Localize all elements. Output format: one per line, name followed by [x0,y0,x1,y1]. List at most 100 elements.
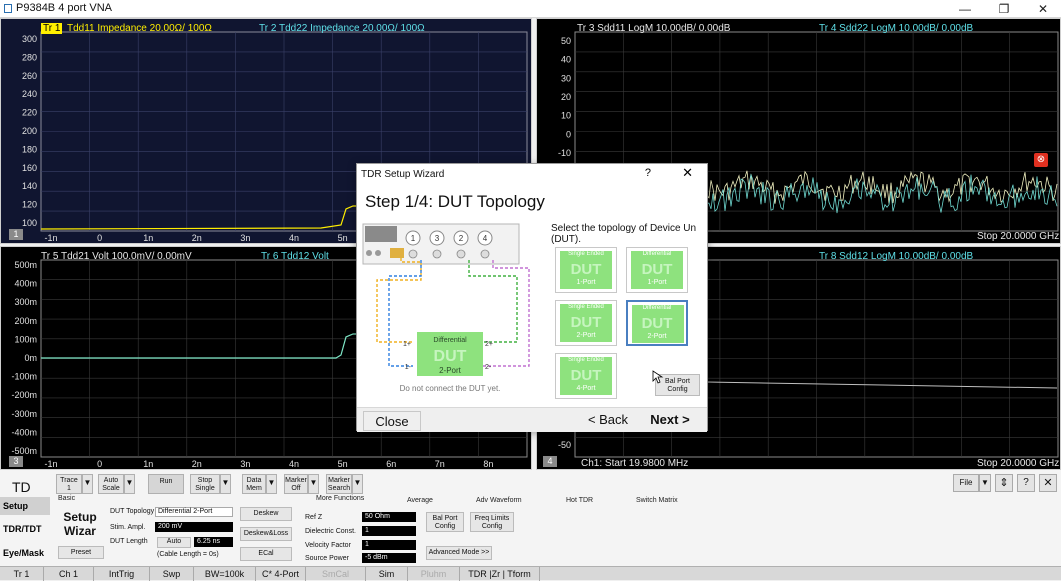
status-bandwidth[interactable]: BW=100k [194,567,256,581]
close-button[interactable]: Close [363,411,421,431]
stop-single-button[interactable]: Stop Single [190,474,220,494]
knob [375,250,381,256]
data-mem-button[interactable]: Data Mem [242,474,266,494]
button-line: Auto [103,477,119,484]
cable-port1 [376,258,422,343]
dut-length-field[interactable]: 6.25 ns [194,537,233,547]
auto-length-button[interactable]: Auto [157,537,191,548]
deskew-button[interactable]: Deskew [240,507,292,521]
x-tick-label: 8n [483,459,493,469]
bal-port-config-button[interactable]: Bal Port Config [426,512,464,532]
port-count-label: 1-Port [647,279,667,286]
status-smcal[interactable]: SmCal [306,567,366,581]
x-tick-label: 3n [240,459,250,469]
status-pluhm[interactable]: Pluhm [408,567,460,581]
trace-6-label[interactable]: Tr 6 Tdd12 Volt [261,251,329,262]
stop-frequency: Stop 20.0000 GHz [977,458,1060,469]
restore-button[interactable]: ❐ [986,0,1022,18]
data-mem-dropdown[interactable]: ▼ [266,474,277,494]
status-sweep[interactable]: Swp [150,567,194,581]
trace-2-label[interactable]: Tr 2 Tdd22 Impedance 20.00Ω/ 100Ω [259,23,425,34]
stop-dropdown[interactable]: ▼ [220,474,231,494]
x-tick-label: 7n [435,459,445,469]
deskew-loss-button[interactable]: Deskew&Loss [240,527,292,541]
x-tick-label: 6n [386,459,396,469]
topology-single-ended-1-port[interactable]: Single Ended DUT 1-Port [555,247,617,293]
close-window-button[interactable]: ✕ [1025,0,1061,18]
ecal-button[interactable]: ECal [240,547,292,561]
file-dropdown[interactable]: ▼ [979,474,991,492]
tab-eye-mask[interactable]: Eye/Mask [0,544,50,562]
status-channel[interactable]: Ch 1 [44,567,94,581]
help-button[interactable]: ? [1017,474,1035,492]
status-calibration[interactable]: C* 4-Port [256,567,306,581]
auto-scale-button[interactable]: Auto Scale [98,474,124,494]
y-tick-label: 220 [22,108,37,118]
app-icon [4,4,12,13]
pin-1-minus: 1- [405,364,412,371]
freq-limits-config-button[interactable]: Freq Limits Config [470,512,514,532]
minimize-button[interactable]: — [947,0,983,18]
advanced-mode-button[interactable]: Advanced Mode >> [426,546,492,560]
tab-tdr-tdt[interactable]: TDR/TDT [0,520,50,538]
trace-5-label[interactable]: Tr 5 Tdd21 Volt 100.0mV/ 0.00mV [41,251,192,262]
button-line: Config [481,523,503,530]
window-number: 1 [9,229,23,240]
trace-1-label[interactable]: Tdd11 Impedance 20.00Ω/ 100Ω [67,23,212,34]
marker-search-dropdown[interactable]: ▼ [352,474,363,494]
topology-differential-1-port[interactable]: Differential DUT 1-Port [626,247,688,293]
y-tick-label: 200 [22,126,37,136]
y-tick-label: 100m [14,334,37,344]
topology-single-ended-4-port[interactable]: Single Ended DUT 4-Port [555,353,617,399]
button-line: Mem [246,485,262,492]
run-button[interactable]: Run [148,474,184,494]
stim-ampl-field[interactable]: 200 mV [155,522,233,532]
adv-waveform-label[interactable]: Adv Waveform [476,497,522,504]
topology-single-ended-2-port[interactable]: Single Ended DUT 2-Port [555,300,617,346]
file-button[interactable]: File [953,474,979,492]
auto-scale-dropdown[interactable]: ▼ [124,474,135,494]
ref-z-field[interactable]: 50 Ohm [362,512,416,522]
trace-button[interactable]: Trace 1 [56,474,82,494]
hot-tdr-label[interactable]: Hot TDR [566,497,593,504]
limit-fail-badge[interactable]: ⊗ [1034,153,1048,167]
dielectric-field[interactable]: 1 [362,526,416,536]
mouse-cursor-icon [652,370,664,384]
y-tick-label: 280 [22,52,37,62]
port-count-label: 4-Port [576,385,596,392]
status-trigger[interactable]: IntTrig [94,567,150,581]
switch-matrix-label[interactable]: Switch Matrix [636,497,678,504]
trace-3-label[interactable]: Tr 3 Sdd11 LogM 10.00dB/ 0.00dB [577,23,730,34]
back-button[interactable]: < Back [579,410,637,430]
trace-4-label[interactable]: Tr 4 Sdd22 LogM 10.00dB/ 0.00dB [819,23,973,34]
close-softkeys-button[interactable]: ✕ [1039,474,1057,492]
marker-dropdown[interactable]: ▼ [308,474,319,494]
close-icon[interactable]: ✕ [682,165,693,181]
help-icon[interactable]: ? [645,167,651,179]
y-tick-label: 40 [561,55,571,65]
dut-topology-select[interactable]: Differential 2-Port [155,507,233,517]
trace-dropdown[interactable]: ▼ [82,474,93,494]
ref-z-label: Ref Z [305,514,323,521]
topology-differential-2-port[interactable]: Differential DUT 2-Port [626,300,688,346]
x-tick-labels: -1n 0 1n 2n 3n 4n 5n [44,233,347,243]
resize-toggle-button[interactable]: ⇕ [995,474,1013,492]
preset-button[interactable]: Preset [58,546,104,559]
tab-setup[interactable]: Setup [0,497,50,515]
trace-8-label[interactable]: Tr 8 Sdd12 LogM 10.00dB/ 0.00dB [819,251,973,262]
status-bar: Tr 1 Ch 1 IntTrig Swp BW=100k C* 4-Port … [0,566,1061,581]
status-tdr[interactable]: TDR |Zr | Tform [460,567,540,581]
marker-off-button[interactable]: Marker Off [284,474,308,494]
dut-label: DUT [434,348,467,365]
status-sim[interactable]: Sim [366,567,408,581]
velocity-field[interactable]: 1 [362,540,416,550]
source-power-field[interactable]: -5 dBm [362,553,416,563]
status-trace[interactable]: Tr 1 [0,567,44,581]
average-label[interactable]: Average [407,497,433,504]
next-button[interactable]: Next > [639,410,701,430]
instruction-line-1: Select the topology of Device Un [551,223,697,234]
marker-search-button[interactable]: Marker Search [326,474,352,494]
setup-wizard-button[interactable]: Setup Wizar [56,506,104,544]
stim-ampl-label: Stim. Ampl. [110,524,146,531]
trace-1-active-label[interactable]: Tr 1 [41,23,63,34]
